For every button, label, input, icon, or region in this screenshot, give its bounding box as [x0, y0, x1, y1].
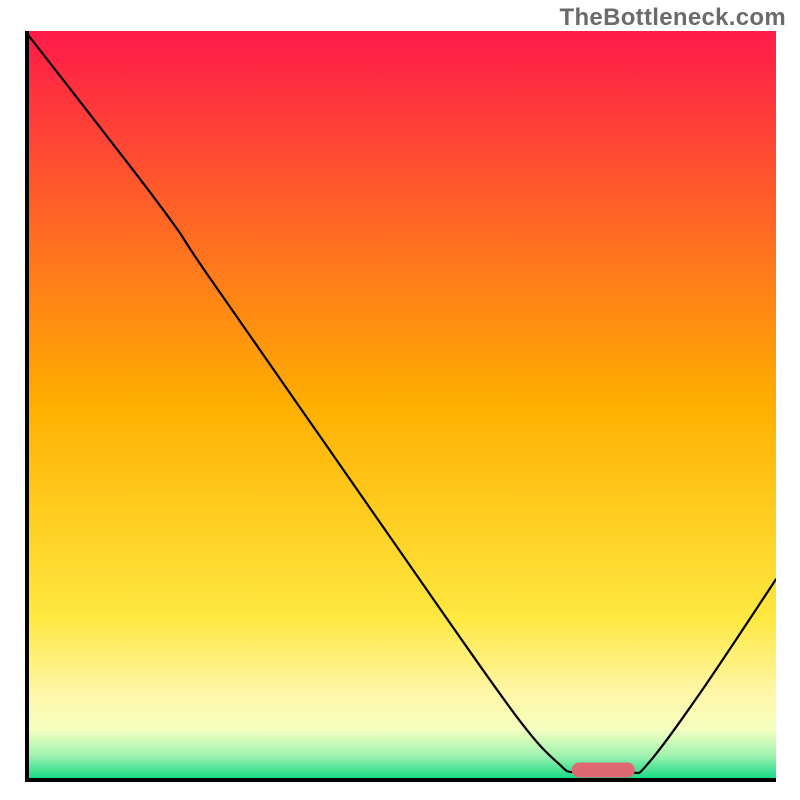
plot-area	[25, 31, 776, 782]
watermark-text: TheBottleneck.com	[560, 4, 786, 32]
chart-stage: TheBottleneck.com	[0, 0, 800, 800]
chart-svg	[25, 31, 776, 782]
gradient-background	[25, 31, 776, 782]
optimal-marker	[572, 762, 635, 777]
